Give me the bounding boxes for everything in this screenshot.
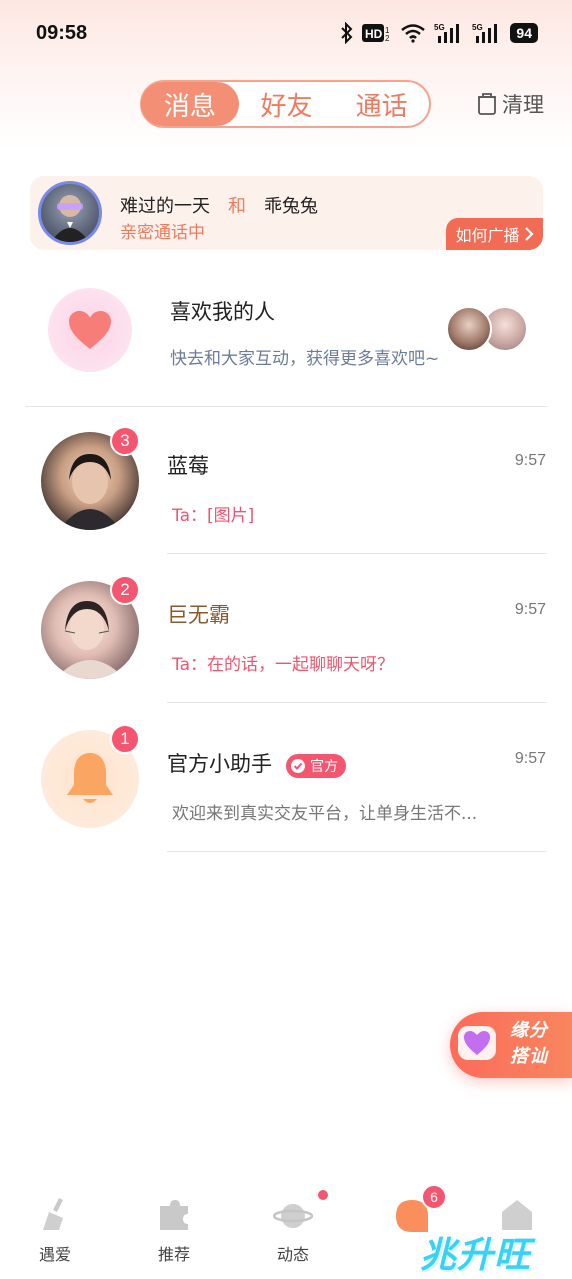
- heart-chat-icon: [458, 1026, 496, 1060]
- nav-unread-badge: 6: [421, 1184, 447, 1210]
- unread-badge: 2: [110, 575, 140, 605]
- chat-divider: [167, 851, 547, 852]
- tab-friends[interactable]: 好友: [239, 82, 335, 126]
- bluetooth-icon: [341, 22, 353, 44]
- bell-icon: [67, 753, 113, 803]
- chat-item[interactable]: 2 巨无霸 9:57 Ta：在的话，一起聊聊天呀？: [0, 555, 572, 703]
- like-icon-container: [48, 288, 132, 372]
- nav-label: 遇爱: [38, 1245, 71, 1264]
- message-tabs: 消息 好友 通话: [140, 80, 431, 128]
- status-icons: HD 1 2 5G 5G 94: [340, 22, 538, 44]
- planet-icon: [273, 1204, 313, 1228]
- hd-icon: HD 12: [362, 24, 390, 43]
- chat-divider: [167, 553, 547, 554]
- notification-dot: [318, 1190, 328, 1200]
- chat-time: 9:57: [514, 601, 546, 618]
- clean-button[interactable]: 清理: [476, 89, 544, 119]
- chat-time: 9:57: [514, 452, 546, 469]
- official-badge: 官方: [286, 754, 346, 778]
- chevron-right-icon: [524, 227, 534, 241]
- broadcast-label: 如何广播: [455, 226, 520, 245]
- who-likes-me-row[interactable]: 喜欢我的人 快去和大家互动，获得更多喜欢吧~: [0, 270, 572, 406]
- how-to-broadcast-button[interactable]: 如何广播: [446, 218, 543, 250]
- likes-subtitle: 快去和大家互动，获得更多喜欢吧~: [170, 349, 440, 369]
- trash-icon: [478, 93, 496, 115]
- svg-text:HD: HD: [365, 27, 383, 41]
- banner-user-a: 难过的一天: [120, 196, 210, 217]
- chat-divider: [167, 702, 547, 703]
- heart-icon: [69, 311, 111, 349]
- chat-name: 蓝莓: [167, 454, 209, 478]
- nav-label: 动态: [276, 1245, 309, 1264]
- status-bar: 09:58 HD 1 2 5G 5G 94: [0, 0, 572, 68]
- chat-name: 巨无霸: [167, 603, 230, 627]
- chat-item-official[interactable]: 1 官方小助手 官方 9:57 欢迎来到真实交友平台，让单身生活不...: [0, 704, 572, 852]
- nav-item-encounter[interactable]: 遇爱: [0, 1180, 110, 1270]
- banner-and: 和: [228, 196, 246, 217]
- likes-title: 喜欢我的人: [170, 300, 275, 324]
- chat-item[interactable]: 3 蓝莓 9:57 Ta：[图片]: [0, 406, 572, 554]
- chat-time: 9:57: [514, 750, 546, 767]
- liker-avatar: [446, 306, 492, 352]
- nav-label: 推荐: [157, 1245, 190, 1264]
- status-time: 09:58: [36, 22, 88, 44]
- nav-item-moments[interactable]: 动态: [238, 1180, 348, 1270]
- broom-icon: [43, 1198, 63, 1230]
- tab-calls[interactable]: 通话: [334, 82, 429, 126]
- banner-user-b: 乖兔兔: [264, 196, 318, 217]
- svg-text:5G: 5G: [434, 23, 445, 32]
- fate-text: 缘分 搭讪: [510, 1018, 548, 1070]
- chat-preview: Ta：[图片]: [172, 506, 255, 526]
- watermark-logo: 兆升旺: [420, 1235, 532, 1276]
- puzzle-icon: [160, 1200, 188, 1230]
- signal-5g-icon-2: 5G: [472, 23, 498, 43]
- svg-text:5G: 5G: [472, 23, 483, 32]
- intimate-call-banner[interactable]: 难过的一天 和 乖兔兔 亲密通话中 如何广播: [30, 176, 543, 250]
- clean-label: 清理: [502, 93, 544, 117]
- fate-chat-widget[interactable]: 缘分 搭讪: [450, 1012, 572, 1078]
- unread-badge: 3: [110, 426, 140, 456]
- nav-item-recommend[interactable]: 推荐: [119, 1180, 229, 1270]
- fate-line-2: 搭讪: [510, 1046, 548, 1067]
- signal-5g-icon: 5G: [434, 23, 460, 43]
- chat-name: 官方小助手: [167, 752, 272, 776]
- verified-icon: [291, 759, 305, 773]
- banner-status: 亲密通话中: [120, 223, 205, 243]
- battery-indicator: 94: [510, 23, 538, 43]
- svg-text:2: 2: [385, 34, 390, 43]
- unread-badge: 1: [110, 724, 140, 754]
- avatar: [38, 181, 102, 245]
- chat-preview: 欢迎来到真实交友平台，让单身生活不...: [172, 804, 478, 824]
- official-label: 官方: [310, 759, 338, 775]
- wifi-icon: [401, 24, 426, 43]
- chat-preview: Ta：在的话，一起聊聊天呀？: [172, 655, 394, 675]
- fate-line-1: 缘分: [510, 1020, 548, 1041]
- tab-messages[interactable]: 消息: [141, 82, 239, 126]
